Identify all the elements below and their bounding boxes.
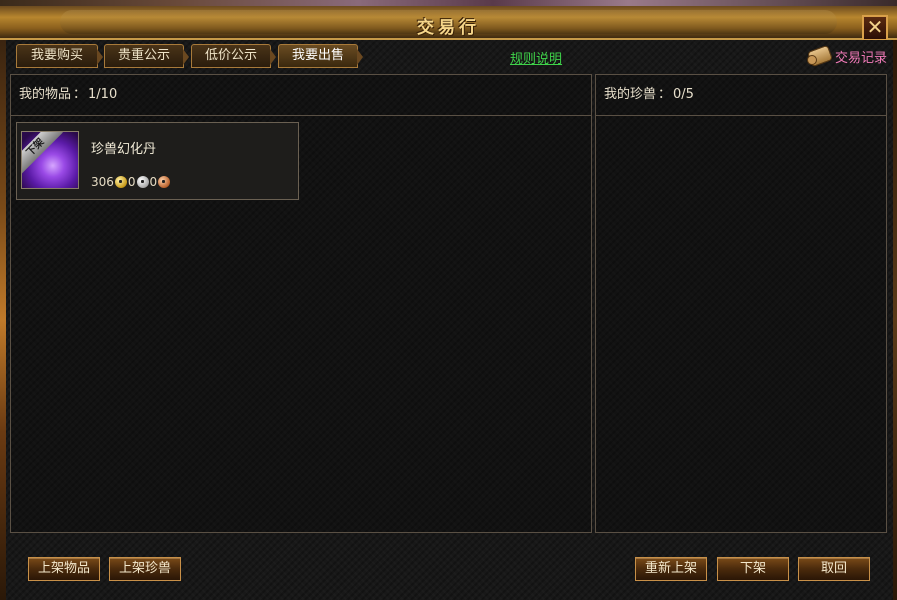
delisted-badge: 下架 (22, 132, 63, 175)
relist-button[interactable]: 重新上架 (635, 557, 707, 581)
silver-coin-icon (136, 176, 149, 188)
item-icon: 下架 (21, 131, 79, 189)
item-price: 306 0 0 (91, 175, 171, 189)
price-copper: 0 (149, 175, 158, 189)
scroll-icon (806, 44, 834, 68)
my-pets-header: 我的珍兽： 0/5 (596, 75, 886, 116)
item-card[interactable]: 下架 珍兽幻化丹 306 0 0 (16, 122, 299, 200)
title-bar: 交易行 ✕ (0, 6, 897, 41)
list-pet-button[interactable]: 上架珍兽 (109, 557, 181, 581)
gold-coin-icon (114, 176, 127, 188)
tab-valuable-notice[interactable]: 贵重公示 (104, 44, 189, 68)
my-pets-label: 我的珍兽 (604, 87, 657, 102)
my-items-header: 我的物品： 1/10 (11, 75, 591, 116)
trading-window: 我要购买 贵重公示 低价公示 我要出售 规则说明 交易记录 我的物品： 1/10 … (6, 40, 893, 600)
right-frame-decoration (893, 40, 897, 600)
trade-log-button[interactable]: 交易记录 (806, 44, 887, 68)
window-title: 交易行 (417, 18, 480, 38)
my-pets-panel: 我的珍兽： 0/5 (595, 74, 887, 533)
my-items-count: 1/10 (88, 87, 118, 102)
delist-button[interactable]: 下架 (717, 557, 789, 581)
tab-buy[interactable]: 我要购买 (16, 44, 103, 68)
tab-lowprice-notice[interactable]: 低价公示 (191, 44, 276, 68)
tab-sell[interactable]: 我要出售 (278, 44, 363, 68)
close-icon: ✕ (866, 15, 884, 39)
trade-log-label: 交易记录 (834, 50, 887, 66)
my-items-panel: 我的物品： 1/10 下架 珍兽幻化丹 306 0 0 (10, 74, 592, 533)
close-button[interactable]: ✕ (862, 15, 888, 41)
item-name: 珍兽幻化丹 (91, 142, 157, 157)
rules-link[interactable]: 规则说明 (510, 48, 562, 67)
retrieve-button[interactable]: 取回 (798, 557, 870, 581)
copper-coin-icon (158, 176, 171, 188)
my-pets-count: 0/5 (673, 87, 694, 102)
price-silver: 0 (127, 175, 136, 189)
list-item-button[interactable]: 上架物品 (28, 557, 100, 581)
price-gold: 306 (91, 175, 114, 189)
my-items-label: 我的物品 (19, 87, 72, 102)
